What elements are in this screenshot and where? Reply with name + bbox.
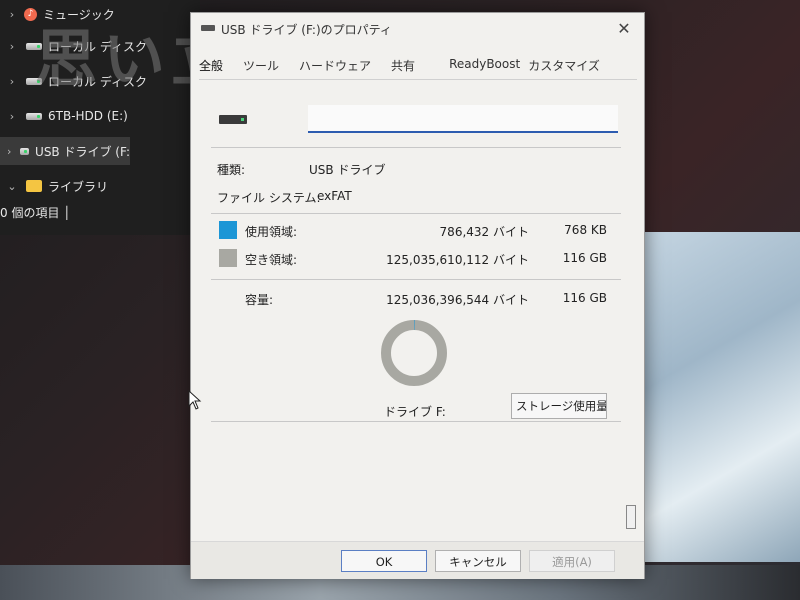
nav-item-label: USB ドライブ (F: [35, 144, 130, 159]
chevron-right-icon[interactable]: › [6, 8, 18, 21]
usage-donut-chart [381, 320, 447, 386]
drive-name-input[interactable] [308, 105, 618, 133]
capacity-size: 116 GB [562, 291, 607, 305]
capacity-bytes: 125,036,396,544 バイト [386, 293, 529, 307]
tab-readyboost[interactable]: ReadyBoost [449, 57, 520, 78]
status-bar-item-count: 0 個の項目 │ [0, 206, 71, 220]
tab-customize[interactable]: カスタマイズ [528, 57, 600, 78]
filesystem-value: exFAT [317, 189, 352, 203]
properties-dialog: USB ドライブ (F:)のプロパティ ✕ 全般 ツール ハードウェア 共有 R… [190, 12, 645, 579]
dialog-title: USB ドライブ (F:)のプロパティ [221, 23, 392, 37]
free-space-size: 116 GB [562, 251, 607, 265]
chevron-down-icon[interactable]: ⌄ [6, 180, 18, 193]
free-space-ring [381, 320, 447, 386]
tab-general[interactable]: 全般 [199, 57, 223, 78]
usb-drive-icon [219, 115, 247, 124]
folder-icon [26, 180, 42, 192]
nav-item-6tb-hdd[interactable]: › 6TB-HDD (E:) [0, 102, 128, 130]
tab-sharing[interactable]: 共有 [391, 57, 415, 78]
nav-item-usb-drive[interactable]: › USB ドライブ (F: [0, 137, 130, 165]
usb-drive-icon [20, 147, 30, 155]
chevron-right-icon[interactable]: › [6, 145, 12, 158]
free-space-bytes: 125,035,610,112 バイト [386, 253, 529, 267]
storage-usage-button[interactable]: ストレージ使用量(S) [511, 393, 607, 419]
used-space-swatch [219, 221, 237, 239]
usb-drive-icon [201, 25, 215, 31]
type-label: 種類: [217, 163, 246, 177]
chevron-right-icon[interactable]: › [6, 110, 18, 123]
filesystem-label: ファイル システム: [217, 191, 321, 205]
tab-divider [199, 79, 637, 80]
divider [211, 147, 621, 148]
free-space-swatch [219, 249, 237, 267]
dialog-footer: OK キャンセル 適用(A) [191, 541, 644, 579]
free-space-label: 空き領域: [245, 253, 298, 267]
type-value: USB ドライブ [309, 163, 386, 177]
tab-tools[interactable]: ツール [243, 57, 279, 78]
apply-button[interactable]: 適用(A) [529, 550, 615, 572]
dialog-titlebar[interactable]: USB ドライブ (F:)のプロパティ ✕ [191, 13, 644, 45]
tab-hardware[interactable]: ハードウェア [299, 57, 371, 78]
used-space-label: 使用領域: [245, 225, 298, 239]
background-window-edge [626, 505, 636, 529]
mouse-cursor-icon [188, 390, 202, 410]
divider [211, 279, 621, 280]
divider [211, 213, 621, 214]
drive-icon [26, 112, 42, 120]
nav-item-library[interactable]: ⌄ ライブラリ [0, 172, 108, 200]
close-button[interactable]: ✕ [612, 17, 636, 41]
nav-item-label: ライブラリ [48, 179, 109, 194]
nav-item-label: 6TB-HDD (E:) [48, 109, 128, 123]
chevron-right-icon[interactable]: › [6, 75, 18, 88]
chevron-right-icon[interactable]: › [6, 40, 18, 53]
tab-bar: 全般 ツール ハードウェア 共有 ReadyBoost カスタマイズ [199, 57, 620, 78]
used-space-bytes: 786,432 バイト [439, 225, 529, 239]
ok-button[interactable]: OK [341, 550, 427, 572]
drive-caption: ドライブ F: [384, 405, 446, 419]
cancel-button[interactable]: キャンセル [435, 550, 521, 572]
divider [211, 421, 621, 422]
capacity-label: 容量: [245, 293, 274, 307]
used-space-size: 768 KB [564, 223, 607, 237]
